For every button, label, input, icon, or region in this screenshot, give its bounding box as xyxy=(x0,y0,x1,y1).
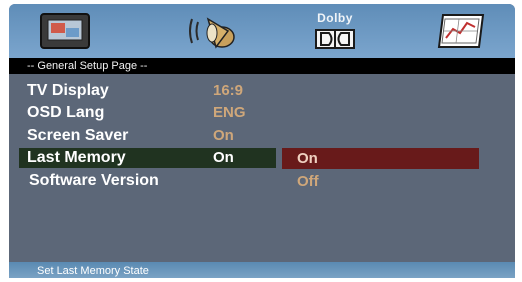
setup-icon-bar: Dolby xyxy=(9,4,515,58)
option-label: On xyxy=(297,150,318,167)
preference-chart-icon xyxy=(437,14,485,48)
tab-general-setup[interactable] xyxy=(34,4,96,58)
dvd-setup-screen: Dolby -- General Setup Page -- TV Displa… xyxy=(9,4,515,278)
option-off[interactable]: Off xyxy=(297,171,319,192)
setting-row-screen-saver[interactable]: Screen Saver On xyxy=(9,125,515,147)
page-header: -- General Setup Page -- xyxy=(9,58,515,74)
setting-value: On xyxy=(213,149,234,166)
setting-label: Software Version xyxy=(29,172,159,189)
setting-label: OSD Lang xyxy=(27,104,105,121)
setting-label: TV Display xyxy=(27,82,109,99)
setting-label: Screen Saver xyxy=(27,127,129,144)
tab-dolby-setup[interactable]: Dolby xyxy=(301,4,369,58)
audio-speaker-icon xyxy=(189,17,235,49)
option-on[interactable]: On xyxy=(282,148,479,169)
tab-preference-setup[interactable] xyxy=(429,4,493,58)
setting-value: On xyxy=(213,127,234,144)
status-text: Set Last Memory State xyxy=(37,265,149,277)
tab-audio-setup[interactable] xyxy=(177,4,243,58)
setting-row-osd-lang[interactable]: OSD Lang ENG xyxy=(9,102,515,124)
setting-value: ENG xyxy=(213,104,246,121)
page-title: -- General Setup Page -- xyxy=(27,60,148,72)
dolby-label: Dolby xyxy=(317,10,353,25)
setting-label: Last Memory xyxy=(27,149,126,166)
setting-row-tv-display[interactable]: TV Display 16:9 xyxy=(9,80,515,102)
setting-value: 16:9 xyxy=(213,82,244,99)
tv-display-icon xyxy=(40,13,90,49)
status-bar: Set Last Memory State xyxy=(9,262,515,278)
setting-row-software-version[interactable]: Software Version xyxy=(9,170,279,192)
dolby-icon xyxy=(315,28,355,49)
